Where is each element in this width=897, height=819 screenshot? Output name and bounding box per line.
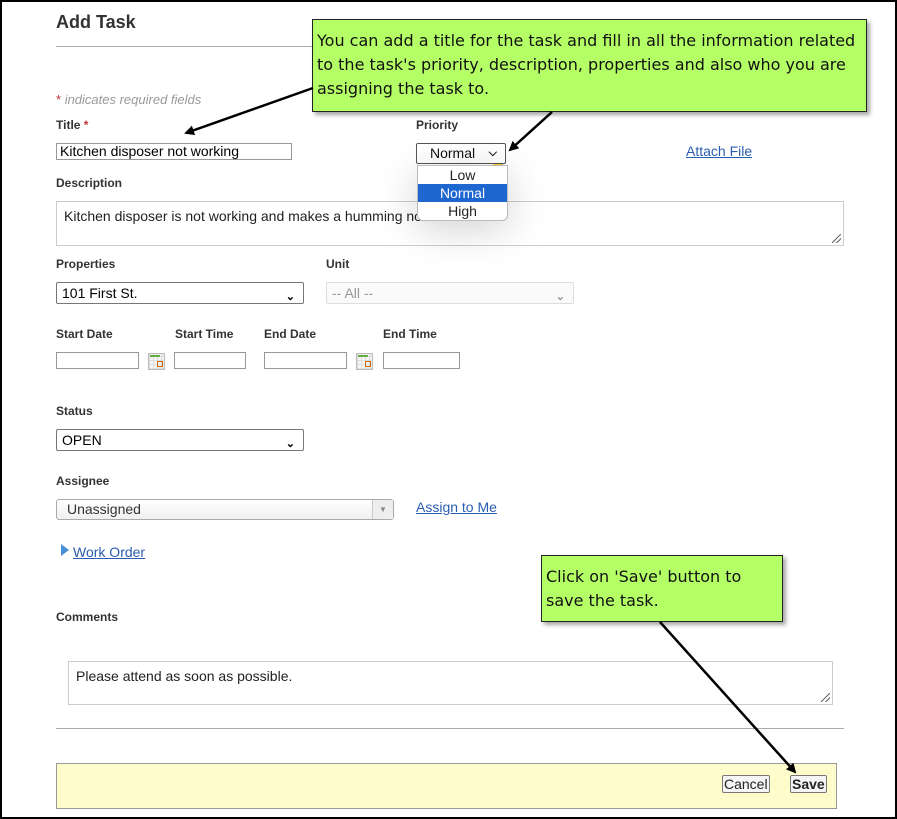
properties-label: Properties (56, 257, 116, 271)
title-input[interactable]: Kitchen disposer not working (56, 143, 292, 160)
end-time-input[interactable] (383, 352, 460, 369)
unit-value: -- All -- (332, 285, 374, 301)
start-time-label: Start Time (175, 327, 234, 341)
page-title: Add Task (56, 12, 136, 32)
footer-bar (56, 763, 837, 809)
work-order-link[interactable]: Work Order (73, 544, 145, 560)
end-time-label: End Time (383, 327, 437, 341)
assignee-label: Assignee (56, 474, 110, 488)
start-date-label: Start Date (56, 327, 113, 341)
title-label: Title * (56, 118, 88, 132)
resize-handle-icon[interactable] (832, 234, 841, 243)
callout-save: Click on 'Save' button to save the task. (541, 555, 783, 622)
expand-triangle-icon[interactable] (61, 544, 69, 556)
unit-select[interactable]: -- All -- ⌄ (326, 282, 574, 304)
description-value: Kitchen disposer is not working and make… (64, 208, 444, 224)
priority-select[interactable]: Normal ⌵ (416, 143, 506, 164)
attach-file-link[interactable]: Attach File (686, 143, 752, 159)
footer-divider (56, 728, 844, 729)
title-label-text: Title (56, 118, 81, 132)
properties-value: 101 First St. (62, 285, 138, 301)
start-date-input[interactable] (56, 352, 139, 369)
assignee-combobox[interactable]: Unassigned ▼ (56, 499, 394, 520)
start-time-input[interactable] (174, 352, 246, 369)
required-fields-note: * indicates required fields (56, 92, 201, 107)
status-label: Status (56, 404, 93, 418)
calendar-icon[interactable] (148, 353, 165, 370)
priority-option-low[interactable]: Low (418, 166, 507, 184)
resize-handle-icon[interactable] (821, 693, 830, 702)
callout-top: You can add a title for the task and fil… (312, 19, 867, 112)
calendar-icon[interactable] (356, 353, 373, 370)
chevron-down-icon: ⌄ (285, 438, 295, 450)
properties-select[interactable]: 101 First St. ⌄ (56, 282, 304, 304)
comments-value: Please attend as soon as possible. (76, 668, 293, 684)
priority-dropdown: Low Normal High (417, 165, 508, 221)
assign-to-me-link[interactable]: Assign to Me (416, 499, 497, 515)
status-value: OPEN (62, 432, 102, 448)
chevron-down-icon: ⌄ (285, 291, 295, 303)
description-label: Description (56, 176, 123, 190)
assignee-value: Unassigned (67, 501, 141, 517)
save-button[interactable]: Save (790, 775, 827, 793)
priority-label: Priority (416, 118, 459, 132)
dropdown-arrow-icon[interactable]: ▼ (372, 500, 393, 519)
end-date-input[interactable] (264, 352, 347, 369)
priority-option-normal[interactable]: Normal (418, 184, 507, 202)
comments-label: Comments (56, 610, 119, 624)
unit-label: Unit (326, 257, 350, 271)
chevron-down-icon: ⌵ (488, 147, 497, 159)
required-note-text: indicates required fields (64, 92, 202, 107)
comments-textarea[interactable]: Please attend as soon as possible. (68, 661, 833, 705)
chevron-down-icon: ⌄ (555, 291, 565, 303)
priority-option-high[interactable]: High (418, 202, 507, 220)
status-select[interactable]: OPEN ⌄ (56, 429, 304, 451)
priority-value: Normal (430, 145, 476, 161)
end-date-label: End Date (264, 327, 317, 341)
cancel-button[interactable]: Cancel (722, 775, 770, 793)
required-marker: * (56, 92, 62, 107)
required-marker: * (83, 118, 89, 132)
